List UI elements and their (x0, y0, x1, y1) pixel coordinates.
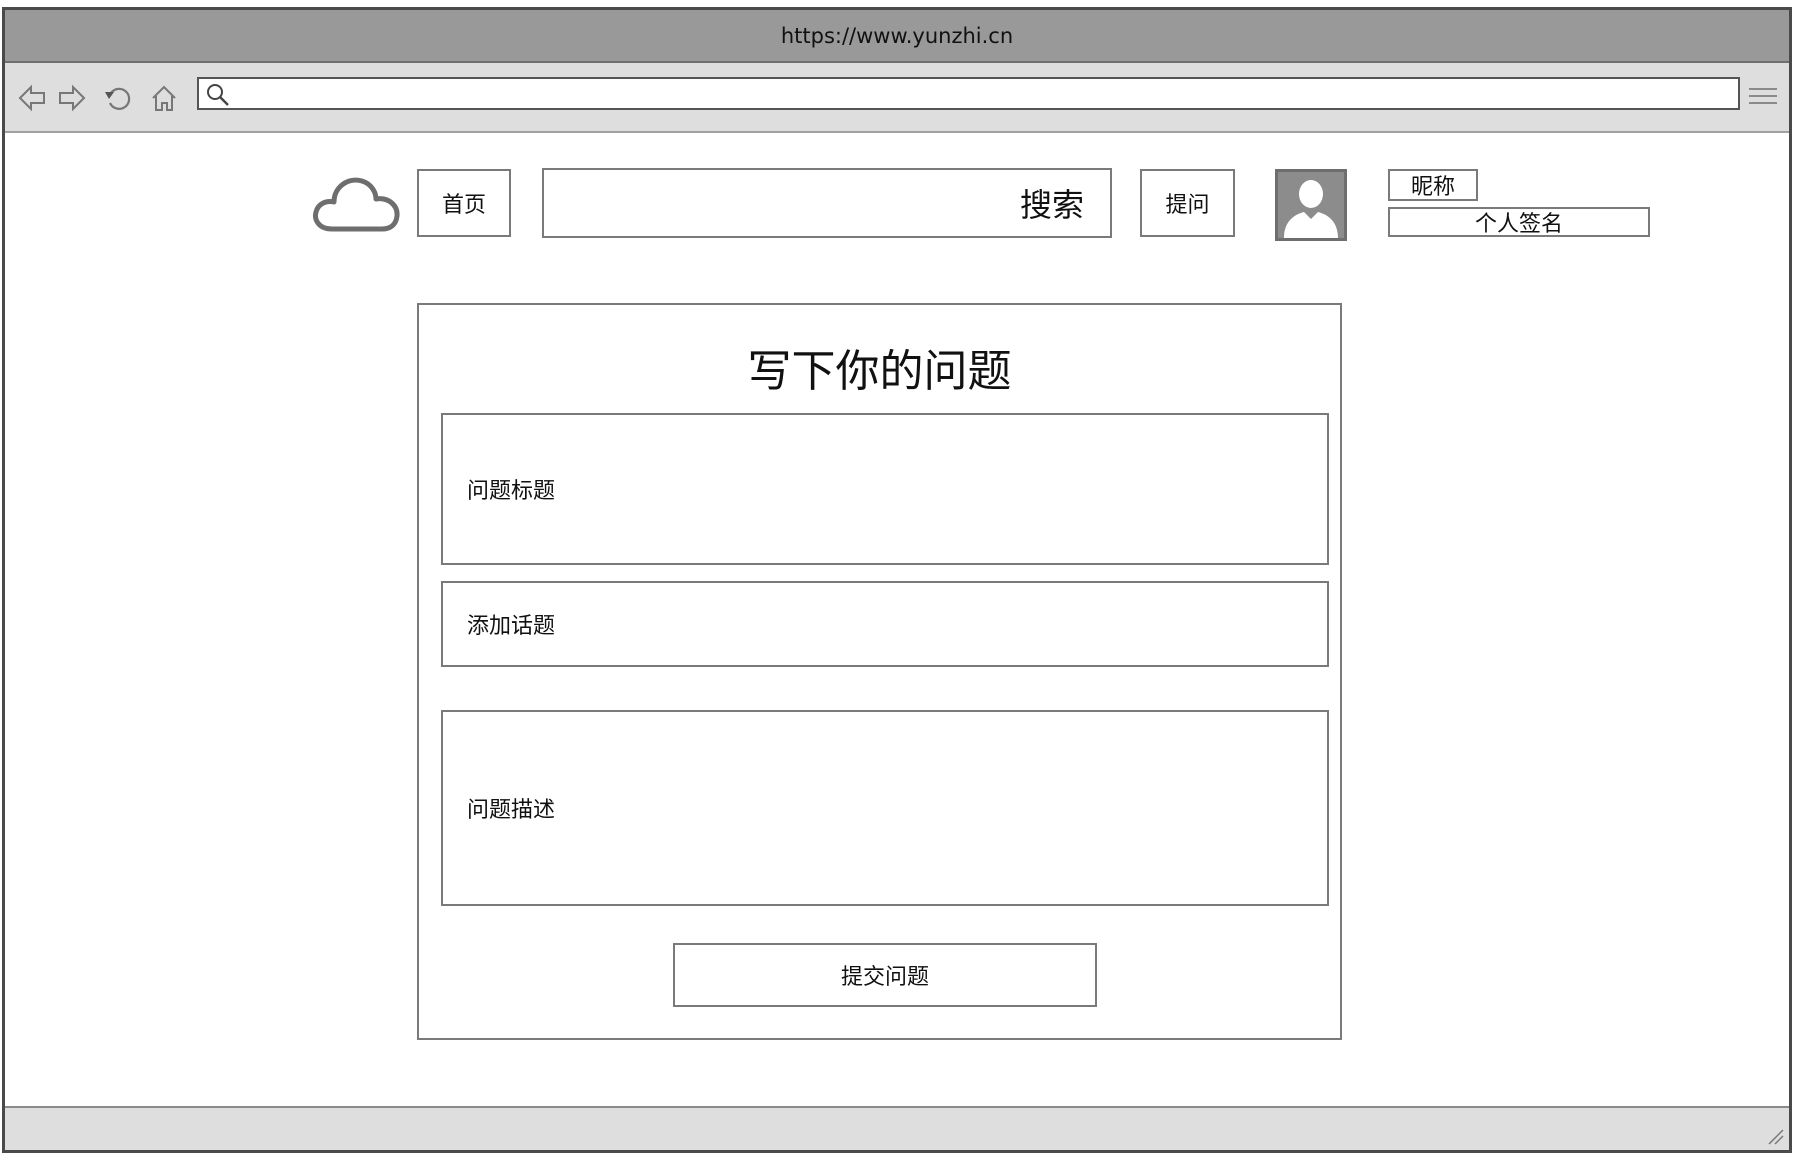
cloud-icon[interactable] (310, 169, 402, 235)
back-arrow-icon[interactable] (17, 83, 47, 113)
site-search-box[interactable]: 搜索 (542, 168, 1112, 238)
browser-titlebar: https://www.yunzhi.cn (5, 10, 1789, 63)
search-button-label[interactable]: 搜索 (1020, 180, 1084, 226)
question-description-textarea[interactable]: 问题描述 (441, 710, 1329, 906)
reload-icon[interactable] (103, 83, 133, 113)
submit-question-button[interactable]: 提交问题 (673, 943, 1097, 1007)
user-avatar-icon[interactable] (1275, 169, 1347, 241)
resize-grip-icon[interactable] (1765, 1126, 1785, 1146)
question-title-placeholder: 问题标题 (467, 479, 556, 504)
home-icon[interactable] (149, 83, 179, 113)
page-content: 首页 搜索 提问 昵称 个人签名 写下你的问题 问题标题 添加话题 问题描述 提… (5, 133, 1789, 1106)
hamburger-menu-icon[interactable] (1749, 83, 1777, 111)
ask-question-button[interactable]: 提问 (1140, 169, 1235, 237)
forward-arrow-icon[interactable] (57, 83, 87, 113)
question-description-placeholder: 问题描述 (467, 798, 556, 823)
signature-label[interactable]: 个人签名 (1388, 207, 1650, 237)
question-title-input[interactable]: 问题标题 (441, 413, 1329, 565)
nickname-label[interactable]: 昵称 (1388, 169, 1478, 201)
browser-statusbar (5, 1106, 1789, 1150)
search-icon (205, 82, 231, 108)
add-topic-placeholder: 添加话题 (467, 614, 556, 639)
browser-window: https://www.yunzhi.cn 首页 搜索 提问 昵称 个人签名 写… (2, 7, 1792, 1153)
browser-toolbar (5, 63, 1789, 133)
address-input[interactable] (237, 81, 1732, 109)
add-topic-input[interactable]: 添加话题 (441, 581, 1329, 667)
ask-question-panel: 写下你的问题 问题标题 添加话题 问题描述 提交问题 (417, 303, 1342, 1040)
home-nav-button[interactable]: 首页 (417, 169, 511, 237)
page-title: 写下你的问题 (747, 346, 1012, 397)
page-url-title: https://www.yunzhi.cn (780, 23, 1014, 48)
address-bar[interactable] (197, 77, 1740, 110)
